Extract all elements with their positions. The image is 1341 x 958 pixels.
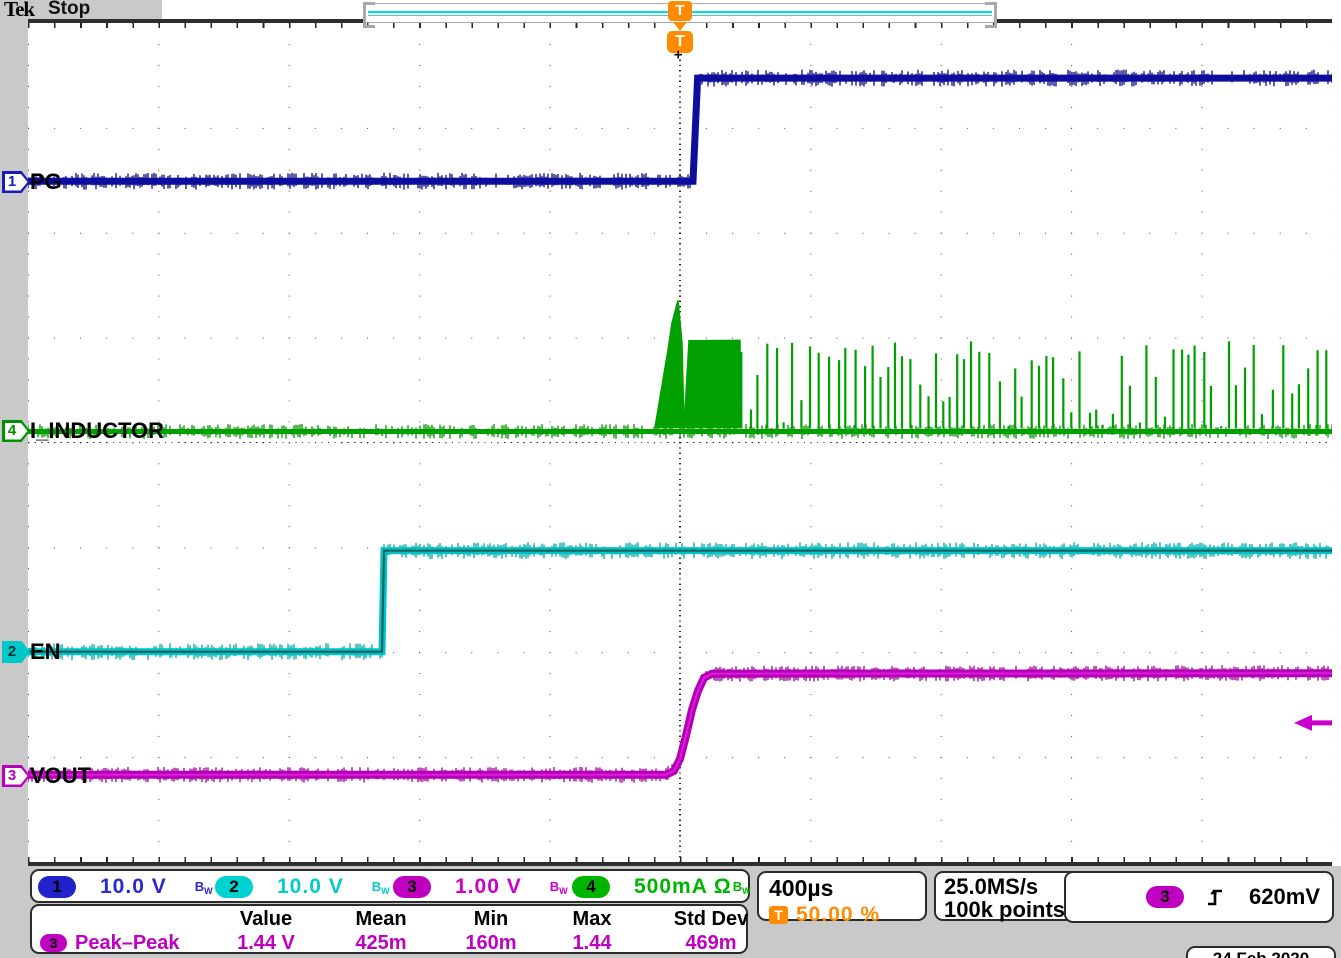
meas-header-min: Min: [440, 907, 542, 931]
meas-header-stddev: Std Dev: [642, 907, 780, 931]
trigger-level-arrow: [1294, 715, 1332, 731]
meas-mean: 425m: [322, 931, 440, 955]
channel-marker-4: 4: [2, 420, 30, 442]
measurement-row: 3 Peak–Peak 1.44 V 425m 160m 1.44 469m: [32, 931, 746, 955]
meas-header-max: Max: [542, 907, 642, 931]
waveform-svg: [28, 23, 1332, 862]
trigger-level: 620mV: [1249, 884, 1320, 910]
channel-badge-1: 1: [38, 876, 76, 898]
meas-name: Peak–Peak: [75, 932, 180, 955]
tek-logo: Tek: [4, 0, 34, 22]
trigger-point-cross-icon: +: [674, 47, 682, 63]
channel-label-pg: PG: [30, 169, 62, 195]
channel-marker-1: 1: [2, 171, 30, 193]
meas-header-mean: Mean: [322, 907, 440, 931]
bandwidth-limit-icon: BW: [733, 879, 751, 896]
channel-label-vout: VOUT: [30, 763, 91, 789]
channel-badge-3: 3: [393, 876, 431, 898]
trigger-box: 3 620mV: [1064, 871, 1334, 923]
channel-label-en: EN: [30, 639, 61, 665]
channel-settings-box: 1 10.0 V BW 2 10.0 V BW 3 1.00 V BW 4 50…: [30, 869, 750, 903]
meas-stddev: 469m: [642, 931, 780, 955]
header: Tek Stop: [0, 0, 162, 19]
channel-scale-1: 10.0 V: [100, 875, 167, 899]
oscilloscope-screen: Tek Stop T T + 1 4 2 3 PG I_INDUC: [0, 0, 1341, 958]
channel-scale-4: 500mA: [634, 875, 708, 899]
channel-scale-2: 10.0 V: [277, 875, 344, 899]
measurement-header-row: Value Mean Min Max Std Dev: [32, 907, 746, 931]
channel-readout-1: 1 10.0 V BW: [38, 875, 213, 899]
trigger-position-percent: 50.00 %: [796, 903, 880, 927]
bandwidth-limit-icon: BW: [372, 879, 390, 896]
meas-header-value: Value: [210, 907, 322, 931]
datetime-text: 24 Feb 2020: [1213, 949, 1309, 958]
datetime-box: 24 Feb 2020: [1186, 946, 1336, 958]
time-per-division: 400µs: [769, 875, 915, 902]
trigger-arrow-down-icon: [673, 22, 687, 31]
rising-edge-icon: [1206, 885, 1226, 909]
impedance-ohm-icon: Ω: [714, 875, 731, 899]
channel-badge-2: 2: [215, 876, 253, 898]
channel-scale-3: 1.00 V: [455, 875, 522, 899]
meas-value: 1.44 V: [210, 931, 322, 955]
trigger-position-badge: T: [668, 1, 692, 21]
trigger-source-badge: 3: [1146, 886, 1184, 908]
channel-marker-3: 3: [2, 765, 30, 787]
meas-min: 160m: [440, 931, 542, 955]
channel-readout-3: 3 1.00 V BW: [393, 875, 568, 899]
bandwidth-limit-icon: BW: [195, 879, 213, 896]
channel-badge-4: 4: [572, 876, 610, 898]
meas-max: 1.44: [542, 931, 642, 955]
channel-readout-2: 2 10.0 V BW: [215, 875, 390, 899]
measurement-box: Value Mean Min Max Std Dev 3 Peak–Peak 1…: [30, 904, 748, 954]
measurement-source: 3 Peak–Peak: [32, 931, 210, 955]
meas-source-badge: 3: [40, 934, 67, 952]
channel-marker-2: 2: [2, 641, 30, 663]
trigger-position-readout: T 50.00 %: [769, 903, 915, 927]
channel-readout-4: 4 500mA Ω BW: [572, 875, 751, 899]
channel-label-i-inductor: I_INDUCTOR: [30, 418, 164, 444]
timebase-box: 400µs T 50.00 %: [757, 871, 927, 921]
graticule-plot-area: [28, 19, 1332, 866]
acquisition-status: Stop: [48, 0, 90, 20]
bandwidth-limit-icon: BW: [550, 879, 568, 896]
